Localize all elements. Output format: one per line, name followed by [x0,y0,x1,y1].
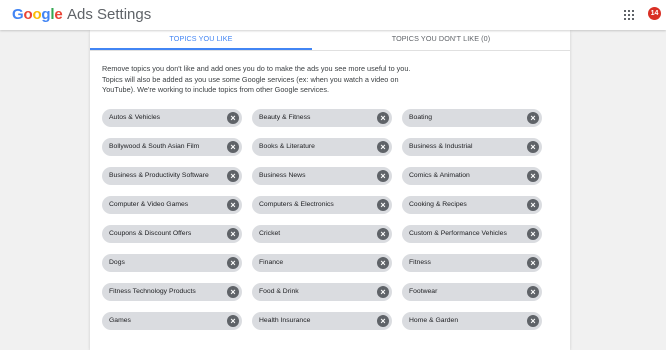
topic-chip: Footwear × [402,283,542,301]
topic-chip: Comics & Animation × [402,167,542,185]
topic-label: Games [109,317,131,324]
remove-topic-icon[interactable]: × [377,315,389,327]
topic-label: Health Insurance [259,317,311,324]
topic-chip: Coupons & Discount Offers × [102,225,242,243]
topic-label: Cooking & Recipes [409,201,467,208]
topic-label: Business & Productivity Software [109,172,209,179]
remove-topic-icon[interactable]: × [527,315,539,327]
topic-label: Computers & Electronics [259,201,334,208]
topic-label: Fitness Technology Products [109,288,196,295]
remove-topic-icon[interactable]: × [227,286,239,298]
topic-label: Bollywood & South Asian Film [109,143,200,150]
topic-label: Business News [259,172,306,179]
remove-topic-icon[interactable]: × [527,228,539,240]
remove-topic-icon[interactable]: × [377,257,389,269]
remove-topic-icon[interactable]: × [377,112,389,124]
remove-topic-icon[interactable]: × [227,141,239,153]
topic-label: Custom & Performance Vehicles [409,230,507,237]
topic-chip: Games × [102,312,242,330]
logo-letter: o [32,6,42,23]
topic-label: Autos & Vehicles [109,114,161,121]
topic-label: Books & Literature [259,143,315,150]
topics-card: TOPICS YOU LIKE TOPICS YOU DON'T LIKE (0… [90,30,570,350]
app-title: Ads Settings [67,6,152,23]
topic-label: Comics & Animation [409,172,470,179]
remove-topic-icon[interactable]: × [377,170,389,182]
topic-chip: Fitness Technology Products × [102,283,242,301]
remove-topic-icon[interactable]: × [227,257,239,269]
logo-letter: e [54,6,63,23]
apps-grid-icon[interactable] [624,10,634,20]
logo-letter: G [12,6,24,23]
topic-chip: Business & Industrial × [402,138,542,156]
topic-label: Beauty & Fitness [259,114,311,121]
topic-chip: Cricket × [252,225,392,243]
remove-topic-icon[interactable]: × [377,286,389,298]
topic-label: Computer & Video Games [109,201,189,208]
topic-chip: Business & Productivity Software × [102,167,242,185]
top-bar: Google Ads Settings 14 [0,0,666,30]
topic-label: Coupons & Discount Offers [109,230,192,237]
remove-topic-icon[interactable]: × [227,112,239,124]
topic-label: Finance [259,259,284,266]
topic-chip: Beauty & Fitness × [252,109,392,127]
topic-chip: Cooking & Recipes × [402,196,542,214]
topic-chip: Finance × [252,254,392,272]
topic-chip: Dogs × [102,254,242,272]
topic-chip: Books & Literature × [252,138,392,156]
tab-bar: TOPICS YOU LIKE TOPICS YOU DON'T LIKE (0… [90,30,570,51]
topic-label: Cricket [259,230,281,237]
remove-topic-icon[interactable]: × [227,199,239,211]
topic-label: Boating [409,114,433,121]
remove-topic-icon[interactable]: × [377,141,389,153]
remove-topic-icon[interactable]: × [227,228,239,240]
topic-label: Fitness [409,259,431,266]
topic-chip: Bollywood & South Asian Film × [102,138,242,156]
topic-chip: Computer & Video Games × [102,196,242,214]
remove-topic-icon[interactable]: × [227,170,239,182]
logo-letter: g [41,6,51,23]
logo-letter: o [23,6,33,23]
remove-topic-icon[interactable]: × [227,315,239,327]
remove-topic-icon[interactable]: × [527,141,539,153]
topic-label: Footwear [409,288,438,295]
topic-label: Food & Drink [259,288,299,295]
topic-chip: Autos & Vehicles × [102,109,242,127]
topics-grid: Autos & Vehicles × Beauty & Fitness × Boatin… [102,109,542,330]
topic-label: Home & Garden [409,317,459,324]
topic-label: Business & Industrial [409,143,473,150]
remove-topic-icon[interactable]: × [527,286,539,298]
description-text: Remove topics you don't like and add one… [102,64,411,94]
remove-topic-icon[interactable]: × [377,199,389,211]
remove-topic-icon[interactable]: × [527,199,539,211]
remove-topic-icon[interactable]: × [377,228,389,240]
topic-chip: Custom & Performance Vehicles × [402,225,542,243]
topic-chip: Fitness × [402,254,542,272]
remove-topic-icon[interactable]: × [527,257,539,269]
topic-chip: Boating × [402,109,542,127]
tab-topics-you-like[interactable]: TOPICS YOU LIKE [90,30,312,50]
google-logo[interactable]: Google [12,6,63,24]
remove-topic-icon[interactable]: × [527,112,539,124]
topic-chip: Business News × [252,167,392,185]
topic-chip: Computers & Electronics × [252,196,392,214]
account-avatar[interactable]: 14 [648,7,661,20]
tab-topics-you-dont-like[interactable]: TOPICS YOU DON'T LIKE (0) [312,30,570,50]
topic-label: Dogs [109,259,125,266]
topic-chip: Home & Garden × [402,312,542,330]
topic-chip: Food & Drink × [252,283,392,301]
topic-chip: Health Insurance × [252,312,392,330]
remove-topic-icon[interactable]: × [527,170,539,182]
